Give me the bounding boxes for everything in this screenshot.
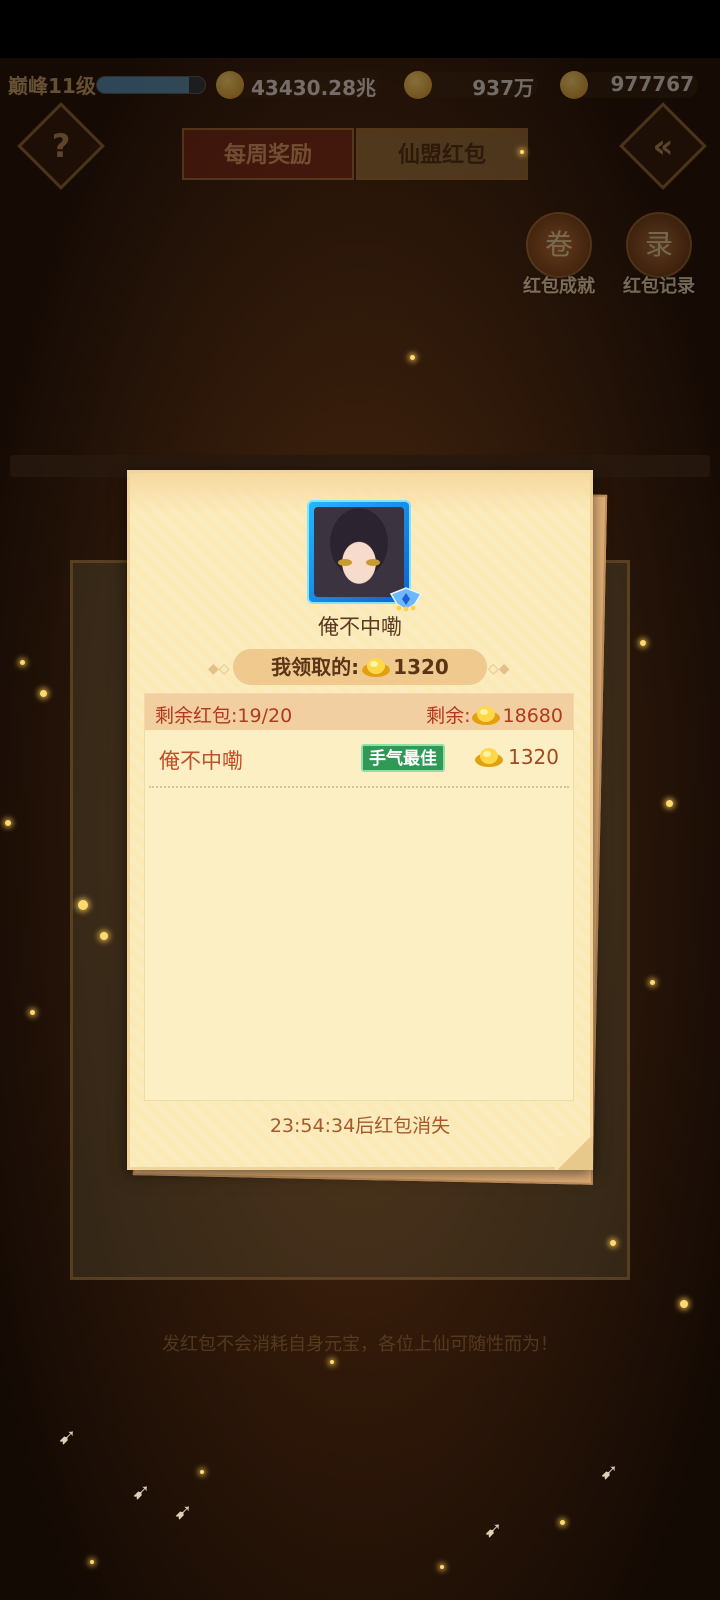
sparkle	[100, 932, 108, 940]
sender-avatar[interactable]	[307, 500, 423, 612]
level-label: 巅峰11级	[8, 74, 96, 98]
bird-icon: ➹	[58, 1425, 77, 1450]
achievement-label: 红包成就	[523, 276, 595, 297]
bird-icon: ➹	[174, 1500, 193, 1525]
back-arrow-icon: «	[652, 127, 674, 165]
sparkle	[640, 640, 646, 646]
red-packet-achievement-button[interactable]: 卷 红包成就	[518, 212, 600, 298]
avatar-portrait	[314, 507, 404, 597]
gold-ingot-icon	[475, 747, 504, 767]
sparkle	[680, 1300, 688, 1308]
bird-icon: ➹	[484, 1518, 503, 1543]
my-claim-pill: 我领取的: 1320	[233, 649, 487, 685]
sparkle	[90, 1560, 94, 1564]
red-packet-detail-popup: 俺不中嘞 ◆◇ 我领取的: 1320 ◇◆ 剩余红包:19/20 剩余: 18680…	[127, 470, 593, 1170]
bird-icon: ➹	[132, 1480, 151, 1505]
diamond-ornament-icon: ◇◆	[488, 661, 510, 677]
power-icon	[216, 71, 244, 99]
claim-amount: 1320	[474, 745, 559, 769]
gold-ingot-icon	[362, 657, 391, 677]
sparkle	[410, 355, 415, 360]
sparkle	[560, 1520, 565, 1525]
tab-weekly-rewards[interactable]: 每周奖励	[182, 128, 354, 180]
remaining-packets: 剩余红包:19/20	[155, 705, 293, 727]
xp-fill	[97, 77, 189, 93]
coin-resource: 937万	[404, 70, 538, 100]
sparkle	[520, 150, 524, 154]
claim-row: 俺不中嘞 手气最佳 1320	[149, 730, 569, 788]
red-packet-records-button[interactable]: 录 红包记录	[618, 212, 700, 298]
power-resource: 43430.28兆	[216, 70, 380, 100]
game-screen: 巅峰11级 43430.28兆 937万 977767 ? « 每周奖励 仙盟红…	[0, 0, 720, 1600]
sparkle	[650, 980, 655, 985]
power-value: 43430.28兆	[250, 76, 376, 100]
bird-icon: ➹	[600, 1460, 619, 1485]
tab-alliance-red-packet[interactable]: 仙盟红包	[356, 128, 528, 180]
sender-name: 俺不中嘞	[318, 615, 402, 639]
my-claim-label: 我领取的:	[271, 655, 360, 679]
rank-badge-icon	[389, 587, 423, 612]
coin-value: 937万	[472, 76, 534, 100]
sparkle	[200, 1470, 204, 1474]
question-icon: ?	[51, 127, 71, 165]
resource-bar: 巅峰11级 43430.28兆 937万 977767	[0, 62, 720, 108]
scroll-icon: 卷	[526, 212, 592, 278]
sparkle	[78, 900, 88, 910]
coin-icon	[404, 71, 432, 99]
gold-ingot-icon	[471, 705, 500, 725]
page-fold	[555, 1136, 593, 1170]
sparkle	[40, 690, 47, 697]
help-button[interactable]: ?	[17, 102, 105, 190]
sparkle	[610, 1240, 616, 1246]
sparkle	[5, 820, 11, 826]
sparkle	[330, 1360, 334, 1364]
status-bar	[0, 0, 720, 58]
claim-list: 剩余红包:19/20 剩余: 18680 俺不中嘞 手气最佳 1320	[144, 693, 574, 1101]
sparkle	[440, 1565, 444, 1569]
sparkle	[20, 660, 25, 665]
xp-bar	[96, 76, 206, 94]
bottom-tip: 发红包不会消耗自身元宝，各位上仙可随性而为！	[162, 1334, 558, 1355]
sparkle	[30, 1010, 35, 1015]
remaining-amount: 剩余: 18680	[426, 705, 563, 727]
ingot-icon	[560, 71, 588, 99]
records-label: 红包记录	[623, 276, 695, 297]
expiry-timer: 23:54:34后红包消失	[269, 1115, 451, 1137]
best-luck-badge: 手气最佳	[361, 744, 445, 772]
claimer-name: 俺不中嘞	[159, 749, 243, 773]
ingot-value: 977767	[610, 72, 695, 96]
back-button[interactable]: «	[619, 102, 707, 190]
my-claim-amount: 1320	[393, 655, 449, 679]
diamond-ornament-icon: ◆◇	[208, 661, 230, 677]
claim-list-header: 剩余红包:19/20 剩余: 18680	[145, 694, 573, 730]
ingot-resource: 977767	[560, 70, 698, 100]
records-icon: 录	[626, 212, 692, 278]
sparkle	[666, 800, 673, 807]
